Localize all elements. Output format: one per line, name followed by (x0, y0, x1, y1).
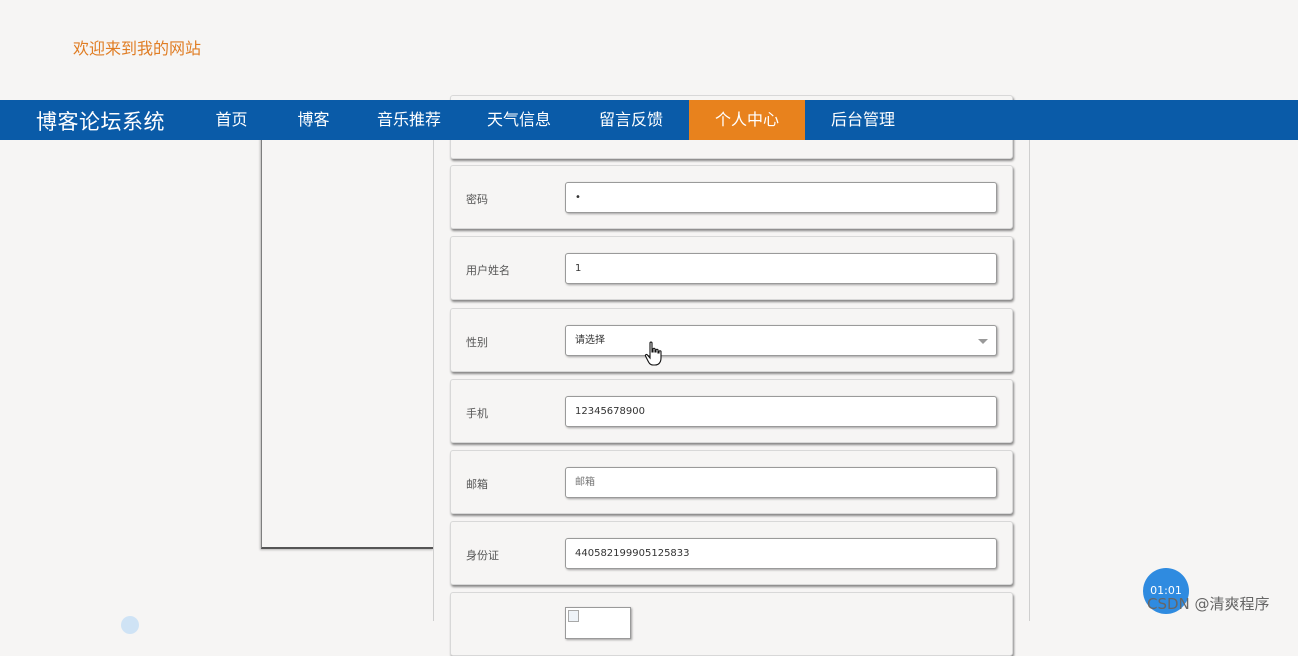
top-navbar: 博客论坛系统 首页 博客 音乐推荐 天气信息 留言反馈 个人中心 后台管理 (0, 100, 1298, 140)
form-row-id-card: 身份证 (450, 521, 1013, 585)
phone-label: 手机 (466, 407, 488, 420)
real-name-input[interactable] (565, 253, 997, 284)
nav-item-feedback[interactable]: 留言反馈 (587, 100, 675, 140)
id-card-input[interactable] (565, 538, 997, 569)
nav-item-admin[interactable]: 后台管理 (820, 100, 906, 140)
form-row-gender: 性别 请选择 (450, 308, 1013, 372)
sidebar-panel (261, 128, 434, 549)
nav-item-home[interactable]: 首页 (204, 100, 259, 140)
nav-item-weather[interactable]: 天气信息 (475, 100, 563, 140)
password-input[interactable] (565, 182, 997, 213)
site-brand[interactable]: 博客论坛系统 (36, 106, 165, 136)
gender-label: 性别 (466, 336, 488, 349)
real-name-label: 用户姓名 (466, 264, 510, 277)
csdn-watermark: CSDN @清爽程序 (1147, 595, 1270, 613)
email-label: 邮箱 (466, 478, 488, 491)
hand-pointer-icon (644, 341, 662, 366)
nav-item-blog[interactable]: 博客 (286, 100, 341, 140)
id-card-label: 身份证 (466, 549, 499, 562)
form-row-phone: 手机 (450, 379, 1013, 443)
chevron-down-icon (978, 339, 988, 344)
nav-item-profile[interactable]: 个人中心 (689, 100, 805, 140)
floating-dot (121, 616, 139, 634)
nav-item-music[interactable]: 音乐推荐 (365, 100, 453, 140)
profile-form: 密码 用户姓名 性别 请选择 手机 邮箱 身份证 (433, 95, 1030, 656)
broken-image-icon (568, 610, 579, 622)
avatar-image[interactable] (565, 607, 631, 639)
form-row-avatar (450, 592, 1013, 656)
welcome-text: 欢迎来到我的网站 (73, 39, 202, 58)
email-input[interactable] (565, 467, 997, 498)
gender-select-placeholder: 请选择 (575, 335, 605, 346)
form-row-password: 密码 (450, 165, 1013, 229)
gender-select[interactable]: 请选择 (565, 325, 997, 356)
password-label: 密码 (466, 193, 488, 206)
phone-input[interactable] (565, 396, 997, 427)
form-row-real-name: 用户姓名 (450, 236, 1013, 300)
form-row-email: 邮箱 (450, 450, 1013, 514)
